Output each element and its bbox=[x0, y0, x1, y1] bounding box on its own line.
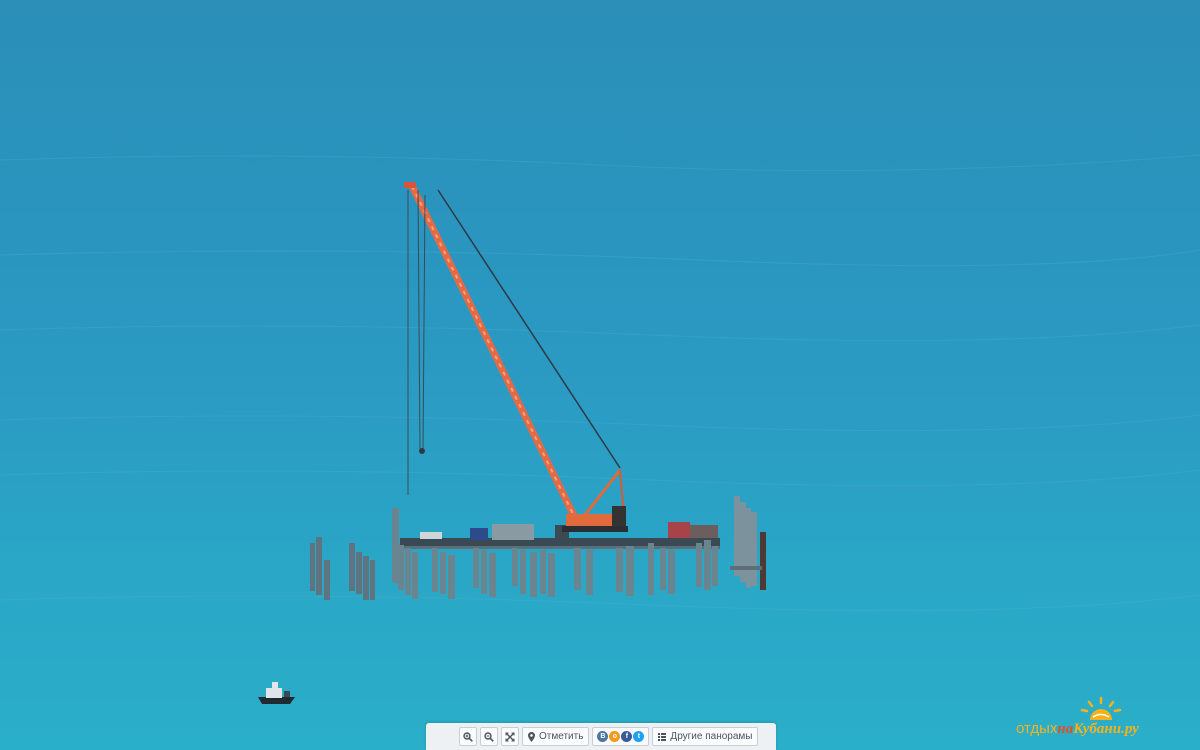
zoom-out-icon bbox=[484, 731, 494, 742]
fullscreen-icon bbox=[505, 732, 515, 741]
fullscreen-button[interactable] bbox=[501, 727, 519, 746]
panorama-viewer[interactable]: Отметить В о f t Другие панорамы отдыхна… bbox=[0, 0, 1200, 750]
odnoklassniki-icon[interactable]: о bbox=[609, 731, 621, 742]
panorama-image[interactable] bbox=[0, 0, 1200, 750]
other-panoramas-button[interactable]: Другие панорамы bbox=[652, 727, 759, 746]
crawler-crane bbox=[404, 182, 628, 532]
sun-icon bbox=[1080, 696, 1122, 720]
logo-text: отдыхнаКубани.ру bbox=[1016, 720, 1139, 738]
mark-button[interactable]: Отметить bbox=[522, 727, 590, 746]
logo-part-kuban: Кубани.ру bbox=[1073, 721, 1139, 737]
zoom-in-icon bbox=[463, 731, 473, 742]
zoom-in-button[interactable] bbox=[459, 727, 477, 746]
twitter-icon[interactable]: t bbox=[633, 731, 645, 742]
logo-part-on: на bbox=[1057, 721, 1074, 737]
mark-label: Отметить bbox=[539, 731, 584, 742]
list-icon bbox=[658, 732, 667, 741]
logo-part-rest: отдых bbox=[1016, 720, 1058, 737]
pier-platform bbox=[310, 496, 766, 600]
boat bbox=[258, 682, 295, 704]
share-buttons: В о f t bbox=[592, 727, 650, 746]
map-pin-icon bbox=[528, 731, 535, 742]
vk-icon[interactable]: В bbox=[597, 731, 609, 742]
site-logo[interactable]: отдыхнаКубани.ру bbox=[1016, 696, 1196, 742]
zoom-out-button[interactable] bbox=[480, 727, 498, 746]
facebook-icon[interactable]: f bbox=[621, 731, 633, 742]
panorama-toolbar: Отметить В о f t Другие панорамы bbox=[426, 723, 776, 750]
other-panoramas-label: Другие панорамы bbox=[670, 731, 753, 742]
